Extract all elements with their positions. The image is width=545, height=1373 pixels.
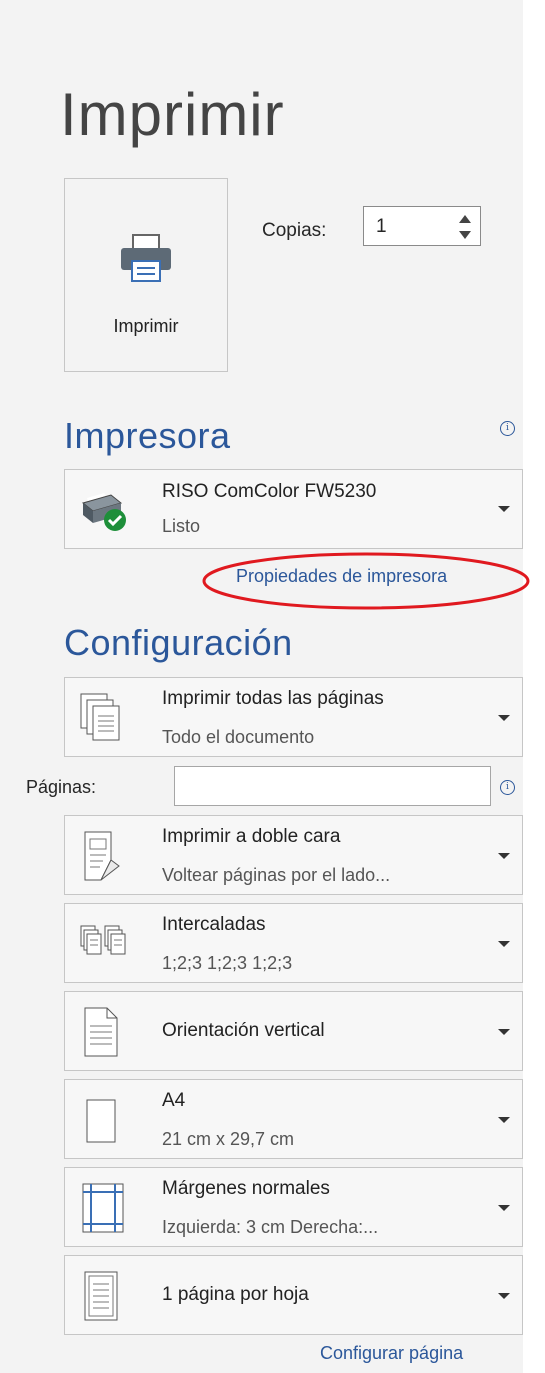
page-title: Imprimir (60, 81, 285, 148)
increment-icon[interactable] (458, 213, 472, 225)
chevron-down-icon (498, 853, 510, 859)
collate-label: Intercaladas (162, 914, 266, 935)
chevron-down-icon (498, 941, 510, 947)
orientation-dropdown[interactable]: Orientación vertical (64, 991, 523, 1071)
duplex-sub: Voltear páginas por el lado... (162, 865, 391, 885)
collate-dropdown[interactable]: Intercaladas 1;2;3 1;2;3 1;2;3 (64, 903, 523, 983)
chevron-down-icon (498, 715, 510, 721)
margins-icon (79, 1182, 127, 1239)
all-pages-icon (79, 692, 123, 747)
printer-dropdown[interactable]: RISO ComColor FW5230 Listo (64, 469, 523, 549)
printer-section-title: Impresora (64, 415, 231, 456)
collate-sub: 1;2;3 1;2;3 1;2;3 (162, 953, 293, 973)
margins-sub: Izquierda: 3 cm Derecha:... (162, 1217, 379, 1237)
chevron-down-icon (498, 506, 510, 512)
duplex-dropdown[interactable]: Imprimir a doble cara Voltear páginas po… (64, 815, 523, 895)
margins-label: Márgenes normales (162, 1178, 330, 1199)
pages-per-sheet-icon (79, 1270, 123, 1327)
copies-label: Copias: (262, 220, 327, 241)
print-button-label: Imprimir (113, 316, 179, 336)
pages-label: Páginas: (26, 777, 97, 797)
paper-size-label: A4 (162, 1090, 186, 1111)
paper-size-sub: 21 cm x 29,7 cm (162, 1129, 295, 1149)
settings-section-title: Configuración (64, 622, 293, 663)
duplex-label: Imprimir a doble cara (162, 826, 341, 847)
duplex-icon (79, 830, 123, 887)
copies-value: 1 (376, 216, 387, 237)
pages-input[interactable] (174, 766, 491, 806)
printer-icon (115, 229, 177, 292)
chevron-down-icon (498, 1205, 510, 1211)
margins-dropdown[interactable]: Márgenes normales Izquierda: 3 cm Derech… (64, 1167, 523, 1247)
print-panel: Imprimir Imprimir Copias: 1 i Impresora (0, 0, 530, 1373)
collated-icon (79, 924, 131, 969)
pages-info-icon[interactable]: i (500, 780, 515, 795)
pages-per-sheet-label: 1 página por hoja (162, 1284, 309, 1305)
chevron-down-icon (498, 1029, 510, 1035)
printer-status: Listo (162, 516, 201, 536)
print-range-dropdown[interactable]: Imprimir todas las páginas Todo el docum… (64, 677, 523, 757)
paper-size-icon (79, 1096, 123, 1151)
print-range-label: Imprimir todas las páginas (162, 688, 384, 709)
page-setup-link[interactable]: Configurar página (320, 1343, 463, 1364)
print-button[interactable]: Imprimir (64, 178, 228, 372)
pages-per-sheet-dropdown[interactable]: 1 página por hoja (64, 1255, 523, 1335)
highlight-ellipse (202, 552, 530, 610)
decrement-icon[interactable] (458, 229, 472, 241)
copies-stepper[interactable]: 1 (363, 206, 481, 246)
printer-ready-icon (79, 489, 131, 540)
printer-info-icon[interactable]: i (500, 421, 515, 436)
print-range-sub: Todo el documento (162, 727, 315, 747)
paper-size-dropdown[interactable]: A4 21 cm x 29,7 cm (64, 1079, 523, 1159)
orientation-label: Orientación vertical (162, 1020, 325, 1041)
printer-name: RISO ComColor FW5230 (162, 481, 377, 502)
chevron-down-icon (498, 1117, 510, 1123)
portrait-icon (79, 1006, 123, 1063)
chevron-down-icon (498, 1293, 510, 1299)
